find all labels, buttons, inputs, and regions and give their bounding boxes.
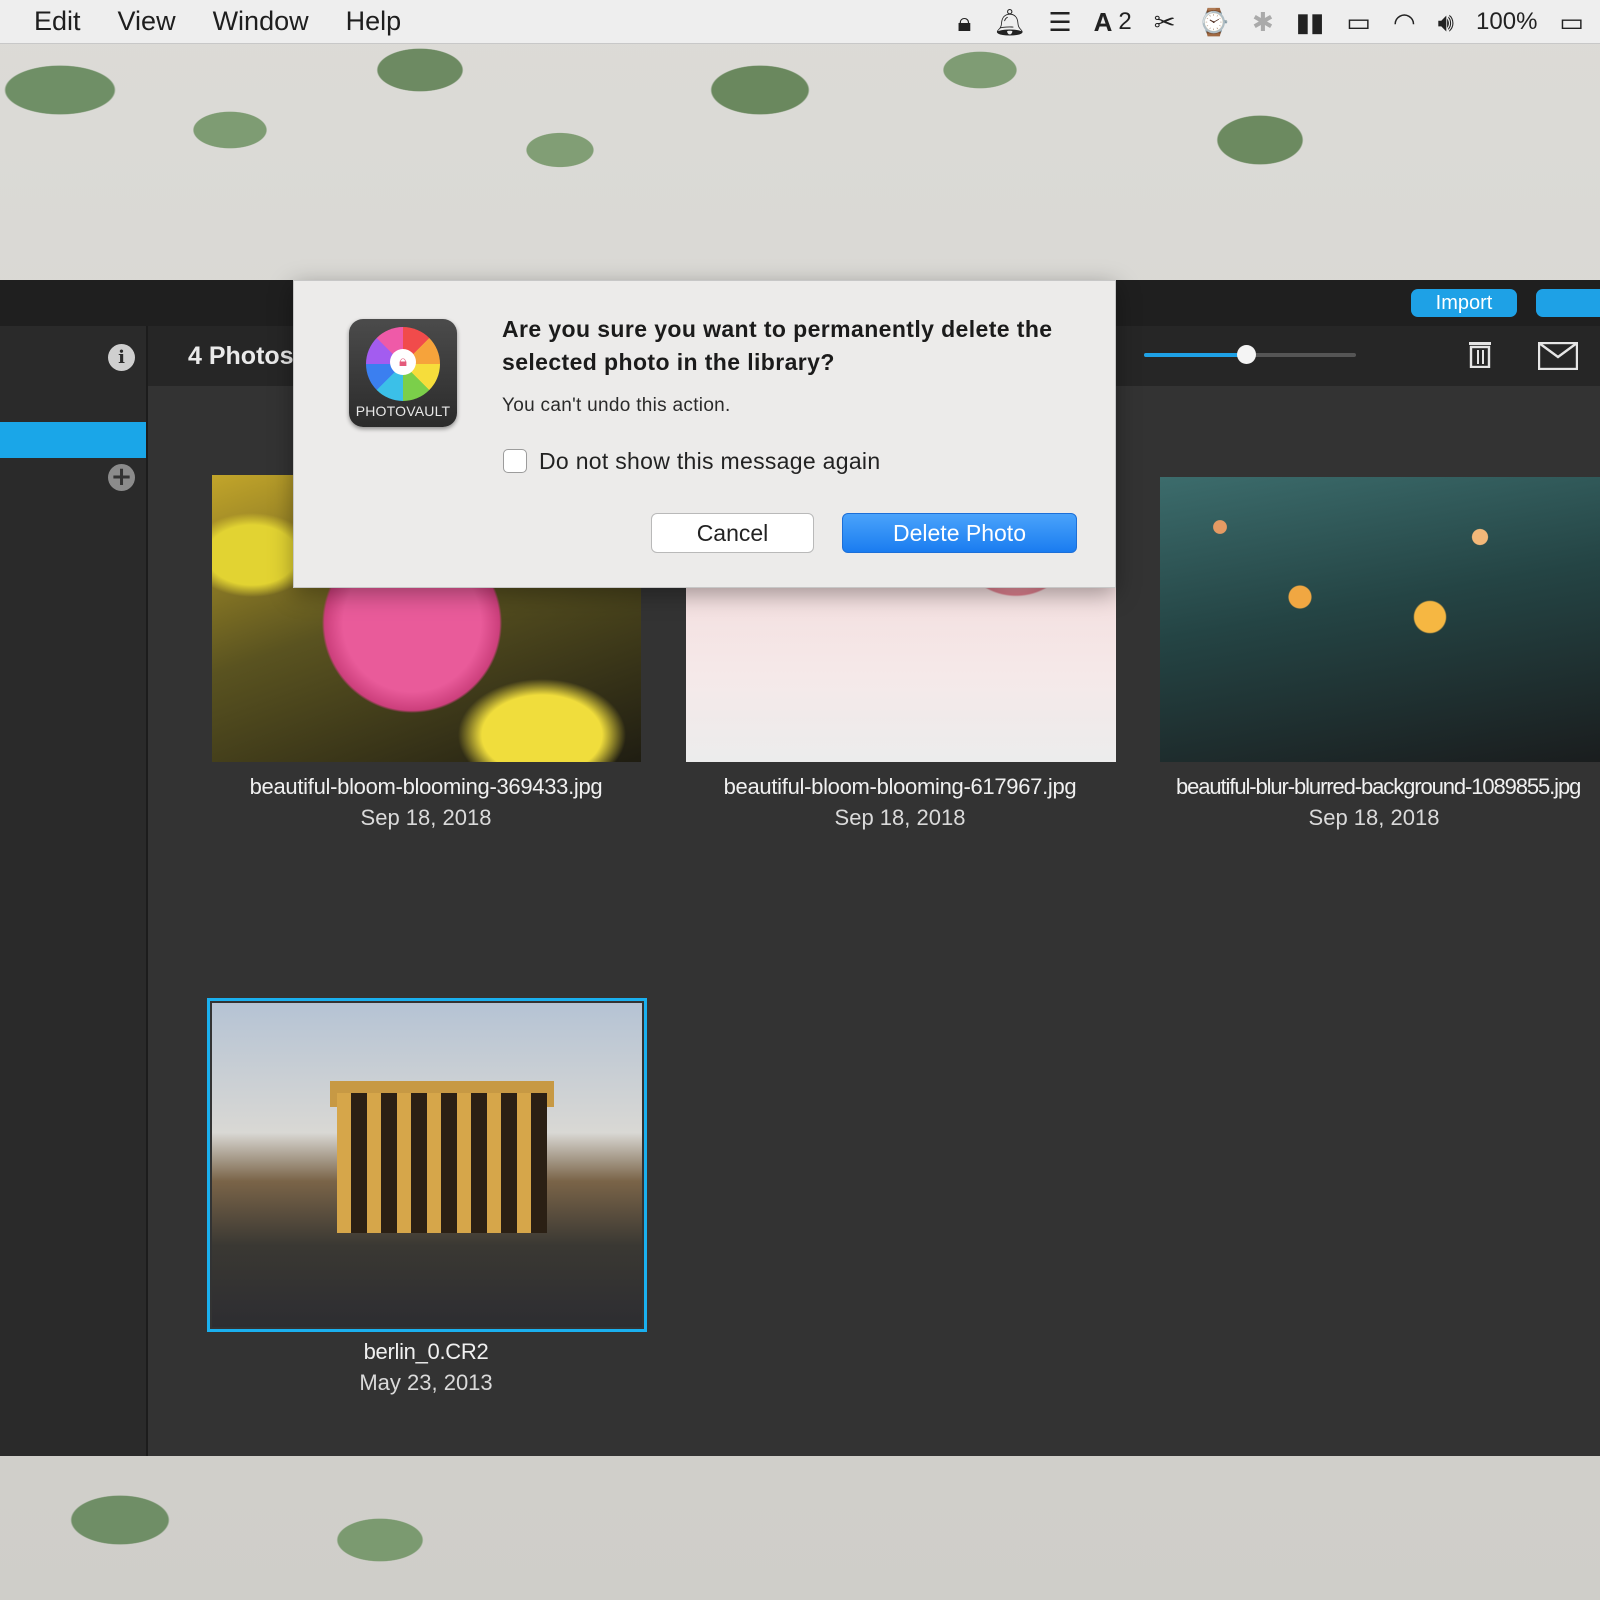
menu-edit[interactable]: Edit <box>34 6 81 37</box>
time-machine-icon[interactable]: ⌚ <box>1198 0 1230 44</box>
lock-icon: 🔒︎ <box>390 349 416 375</box>
zoom-slider-knob[interactable] <box>1236 345 1256 364</box>
cancel-button[interactable]: Cancel <box>651 513 814 553</box>
info-icon[interactable]: i <box>108 344 135 371</box>
sidebar-item-selected[interactable] <box>0 422 146 458</box>
zoom-slider[interactable] <box>1144 345 1356 364</box>
battery-icon[interactable]: ▭ <box>1559 0 1584 44</box>
adobe-count: 2 <box>1118 8 1132 35</box>
lock-icon[interactable]: 🔒︎ <box>957 0 971 44</box>
dialog-title: Are you sure you want to permanently del… <box>502 316 1053 375</box>
import-button[interactable]: Import <box>1411 289 1517 317</box>
selection-outline <box>207 998 647 1332</box>
photo-name: berlin_0.CR2 <box>363 1339 489 1364</box>
adobe-icon[interactable]: A <box>1094 0 1113 44</box>
battery-bar-icon[interactable]: ▮▮ <box>1296 0 1325 44</box>
status-area: 🔒︎ 🔔︎ ☰ A 2 ✂ ⌚ ✱ ▮▮ ▭ ◠ 🔊︎ 100% ▭ <box>957 0 1600 44</box>
dialog-message: You can't undo this action. <box>502 395 731 416</box>
menu-bar: Edit View Window Help 🔒︎ 🔔︎ ☰ A 2 ✂ ⌚ ✱ … <box>0 0 1600 44</box>
photo-date: Sep 18, 2018 <box>834 805 966 830</box>
do-not-show-checkbox[interactable] <box>503 449 527 473</box>
airplay-icon[interactable]: ▭ <box>1346 0 1371 44</box>
cut-icon[interactable]: ✂ <box>1154 0 1176 44</box>
photo-name: beautiful-blur-blurred-background-108985… <box>1176 774 1581 799</box>
sidebar: i + <box>0 326 148 1456</box>
delete-confirmation-dialog: 🔒︎ PHOTOVAULT Are you sure you want to p… <box>293 280 1116 588</box>
mail-icon[interactable] <box>1538 342 1578 370</box>
notification-icon[interactable]: 🔔︎ <box>993 0 1026 44</box>
wifi-icon[interactable]: ◠ <box>1393 0 1416 44</box>
add-album-icon[interactable]: + <box>108 464 135 491</box>
bluetooth-icon[interactable]: ✱ <box>1252 0 1274 44</box>
battery-percent: 100% <box>1476 8 1538 35</box>
photo-name: beautiful-bloom-blooming-369433.jpg <box>249 774 603 799</box>
menu-view[interactable]: View <box>118 6 176 37</box>
photo-name: beautiful-bloom-blooming-617967.jpg <box>723 774 1077 799</box>
zoom-slider-fill <box>1144 353 1246 357</box>
app-icon-label: PHOTOVAULT <box>355 403 451 419</box>
trash-icon[interactable] <box>1468 340 1492 368</box>
delete-photo-button[interactable]: Delete Photo <box>842 513 1077 553</box>
do-not-show-label[interactable]: Do not show this message again <box>539 448 880 475</box>
photo-thumbnail[interactable] <box>1160 477 1600 762</box>
photovault-app-icon: 🔒︎ PHOTOVAULT <box>349 319 457 427</box>
toolbar-button-partial[interactable] <box>1536 289 1600 317</box>
photo-date: Sep 18, 2018 <box>1308 805 1440 830</box>
stack-icon[interactable]: ☰ <box>1048 0 1071 44</box>
photo-date: May 23, 2013 <box>359 1370 493 1395</box>
menu-window[interactable]: Window <box>213 6 309 37</box>
volume-icon[interactable]: 🔊︎ <box>1438 0 1454 44</box>
photo-date: Sep 18, 2018 <box>360 805 492 830</box>
app-menus: Edit View Window Help <box>34 6 438 37</box>
menu-help[interactable]: Help <box>346 6 402 37</box>
photo-count: 4 Photos <box>188 342 294 370</box>
